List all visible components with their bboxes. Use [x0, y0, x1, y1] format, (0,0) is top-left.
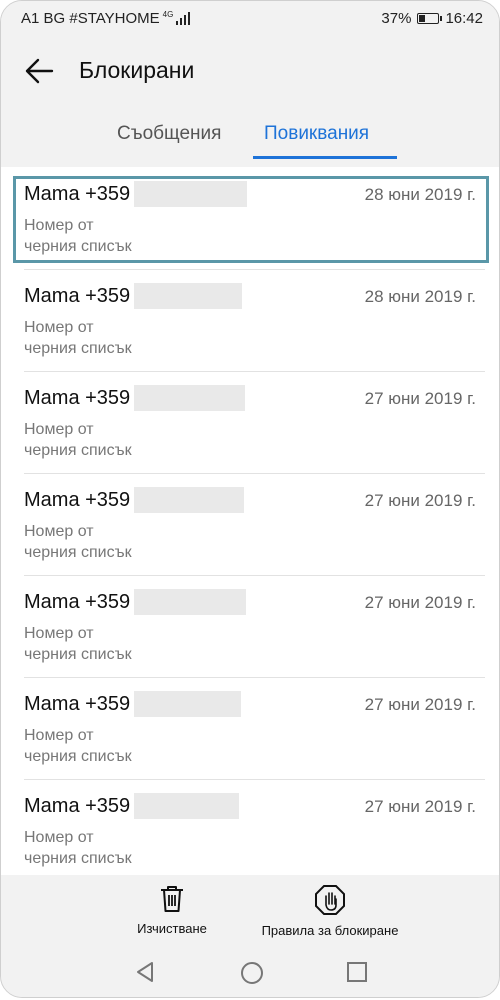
battery-percent: 37% [381, 10, 412, 27]
page-title: Блокирани [79, 57, 195, 83]
caller-name: Mama +359 [24, 591, 131, 613]
carrier-label: A1 BG #STAYHOME [21, 10, 160, 27]
caller-name: Mama +359 [24, 387, 131, 409]
blocked-reason: Номер от черния списък [24, 827, 132, 869]
nav-recent-button[interactable] [346, 961, 368, 988]
blocked-calls-list: Mama +359 28 юни 2019 г. Номер от черния… [1, 167, 499, 875]
tab-messages[interactable]: Съобщения [117, 123, 221, 145]
status-bar: A1 BG #STAYHOME 4G 37% 16:42 [1, 1, 499, 37]
redacted-number [134, 385, 245, 411]
row-divider [24, 269, 485, 270]
blocked-reason-text: Номер от черния списък [24, 523, 132, 561]
battery-icon [417, 13, 443, 24]
redacted-number [134, 793, 239, 819]
blocked-reason-text: Номер от черния списък [24, 421, 132, 459]
row-divider [24, 473, 485, 474]
clock: 16:42 [445, 10, 483, 27]
call-date: 27 юни 2019 г. [364, 389, 476, 408]
blocked-reason: Номер от черния списък [24, 521, 132, 563]
bottom-toolbar: Изчистване Правила за блокиране [1, 875, 499, 947]
clear-button[interactable]: Изчистване [129, 885, 215, 936]
app-bar: Блокирани [1, 37, 499, 105]
blocked-reason-text: Номер от черния списък [24, 625, 132, 663]
call-date: 28 юни 2019 г. [364, 185, 476, 204]
list-item[interactable]: Mama +359 28 юни 2019 г. Номер от черния… [1, 269, 499, 371]
trash-icon [161, 886, 183, 912]
call-date: 27 юни 2019 г. [364, 593, 476, 612]
redacted-number [134, 181, 247, 207]
blocked-reason-text: Номер от черния списък [24, 319, 132, 357]
status-right: 37% 16:42 [381, 10, 483, 27]
row-divider [24, 371, 485, 372]
row-divider [24, 677, 485, 678]
blocked-reason: Номер от черния списък [24, 215, 132, 257]
row-divider [24, 575, 485, 576]
network-type: 4G [162, 9, 174, 19]
caller-name: Mama +359 [24, 795, 131, 817]
redacted-number [134, 691, 241, 717]
nav-back-button[interactable] [134, 961, 156, 988]
list-item[interactable]: Mama +359 27 юни 2019 г. Номер от черния… [1, 371, 499, 473]
blocked-reason-text: Номер от черния списък [24, 829, 132, 867]
arrow-left-icon [25, 58, 54, 84]
redacted-number [134, 283, 242, 309]
back-button[interactable] [21, 53, 57, 89]
redacted-number [134, 487, 244, 513]
blocked-reason: Номер от черния списък [24, 623, 132, 665]
list-item[interactable]: Mama +359 27 юни 2019 г. Номер от черния… [1, 473, 499, 575]
blocked-reason-text: Номер от черния списък [24, 727, 132, 765]
block-rules-label: Правила за блокиране [261, 923, 399, 938]
square-recent-icon [347, 962, 367, 982]
list-item[interactable]: Mama +359 28 юни 2019 г. Номер от черния… [1, 167, 499, 269]
blocked-reason: Номер от черния списък [24, 419, 132, 461]
clear-label: Изчистване [137, 921, 207, 936]
tab-calls[interactable]: Повиквания [264, 123, 369, 145]
system-nav-bar [1, 947, 499, 997]
caller-name: Mama +359 [24, 285, 131, 307]
signal-icon [176, 12, 191, 25]
blocked-reason-text: Номер от черния списък [24, 217, 132, 255]
list-item[interactable]: Mama +359 27 юни 2019 г. Номер от черния… [1, 677, 499, 779]
status-left: A1 BG #STAYHOME 4G [21, 9, 191, 27]
call-date: 27 юни 2019 г. [364, 797, 476, 816]
caller-name: Mama +359 [24, 183, 131, 205]
triangle-back-icon [137, 962, 153, 982]
phone-screen: A1 BG #STAYHOME 4G 37% 16:42 Блокирани С… [0, 0, 500, 998]
circle-home-icon [241, 962, 263, 984]
blocked-reason: Номер от черния списък [24, 317, 132, 359]
call-date: 27 юни 2019 г. [364, 491, 476, 510]
block-rules-button[interactable]: Правила за блокиране [251, 885, 409, 938]
row-divider [24, 779, 485, 780]
call-date: 28 юни 2019 г. [364, 287, 476, 306]
list-item[interactable]: Mama +359 27 юни 2019 г. Номер от черния… [1, 575, 499, 677]
hand-stop-icon [315, 885, 345, 915]
caller-name: Mama +359 [24, 693, 131, 715]
call-date: 27 юни 2019 г. [364, 695, 476, 714]
active-tab-indicator [253, 156, 397, 159]
caller-name: Mama +359 [24, 489, 131, 511]
redacted-number [134, 589, 246, 615]
tab-bar: Съобщения Повиквания [1, 105, 499, 165]
nav-home-button[interactable] [240, 961, 264, 990]
list-item[interactable]: Mama +359 27 юни 2019 г. Номер от черния… [1, 779, 499, 881]
blocked-reason: Номер от черния списък [24, 725, 132, 767]
